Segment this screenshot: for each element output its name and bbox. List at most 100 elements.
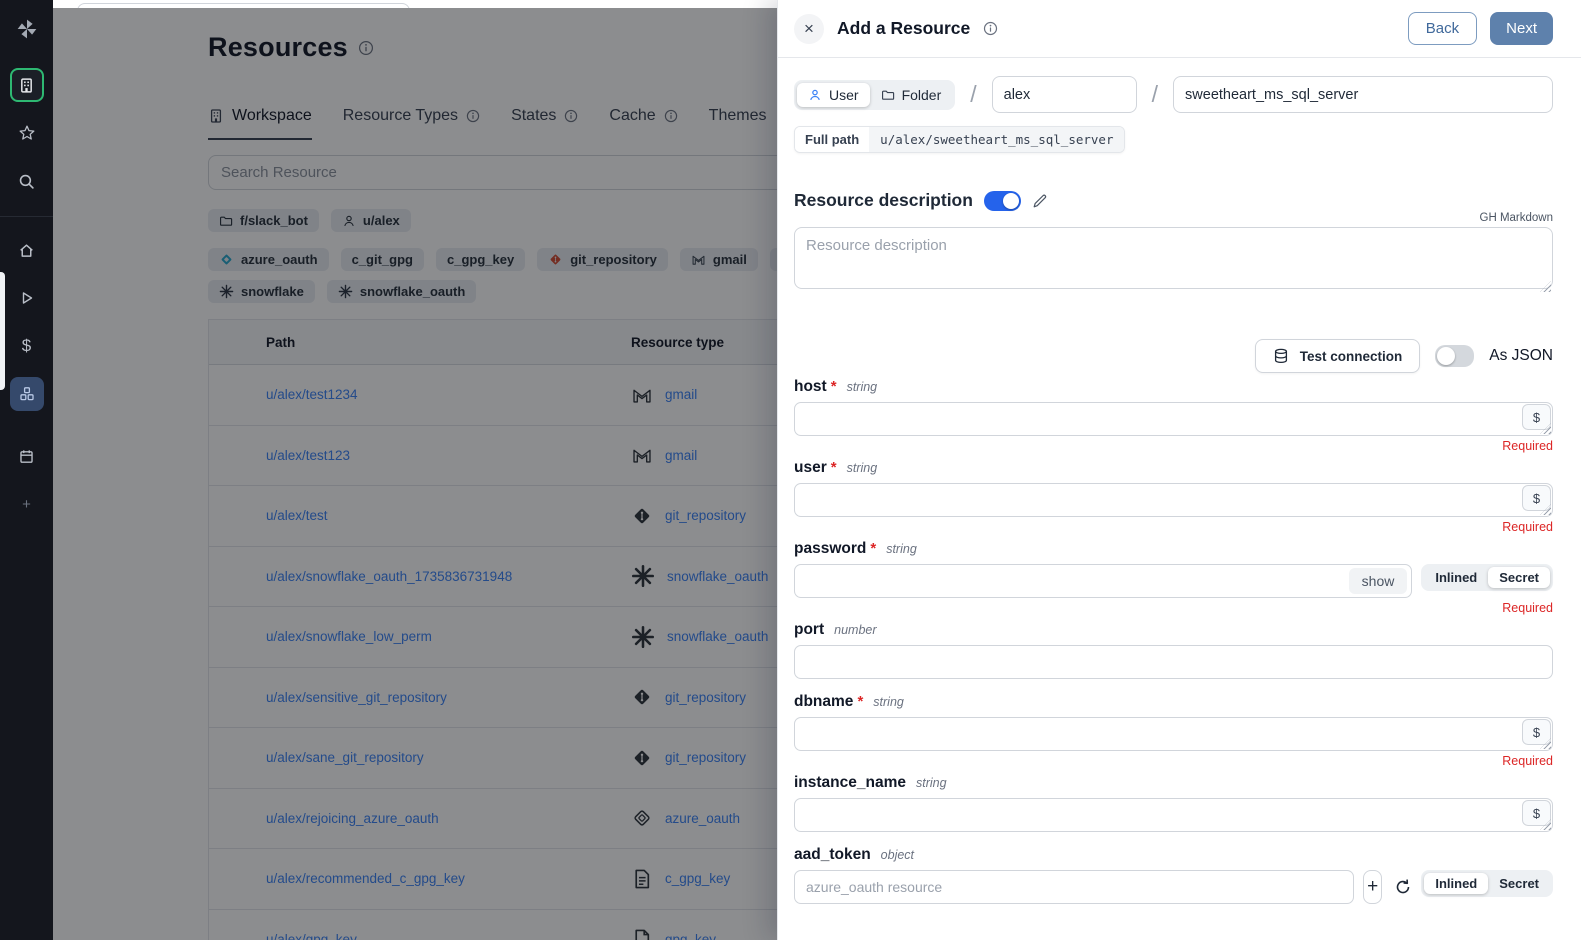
owner-input[interactable] <box>992 76 1137 113</box>
filter-chip-c-git-gpg[interactable]: c_git_gpg <box>341 248 424 271</box>
table-row[interactable]: u/alex/gpg_key gpg_key <box>209 910 777 940</box>
windmill-logo[interactable] <box>10 12 44 46</box>
description-textarea[interactable] <box>794 227 1553 289</box>
description-toggle[interactable] <box>984 191 1021 211</box>
schedules-calendar-icon[interactable] <box>10 439 44 473</box>
field-type: string <box>886 542 917 556</box>
table-row[interactable]: u/alex/sane_git_repository git_repositor… <box>209 728 777 789</box>
secret-option[interactable]: Secret <box>1488 567 1550 588</box>
table-row[interactable]: u/alex/test1234 gmail <box>209 365 777 426</box>
tab-workspace[interactable]: Workspace <box>208 107 312 140</box>
resource-path-link[interactable]: u/alex/snowflake_oauth_1735836731948 <box>266 569 631 584</box>
back-button[interactable]: Back <box>1408 12 1477 45</box>
resource-path-link[interactable]: u/alex/sensitive_git_repository <box>266 690 631 705</box>
tab-label: Workspace <box>232 107 312 125</box>
resource-path-link[interactable]: u/alex/sane_git_repository <box>266 750 631 765</box>
plus-icon[interactable]: + <box>10 487 44 521</box>
resource-type-label[interactable]: git_repository <box>665 690 746 705</box>
resource-type-label[interactable]: gmail <box>665 387 697 402</box>
show-password-button[interactable]: show <box>1349 568 1408 594</box>
tab-states[interactable]: States <box>511 107 578 140</box>
table-row[interactable]: u/alex/recommended_c_gpg_key c_gpg_key <box>209 849 777 910</box>
resource-path-link[interactable]: u/alex/recommended_c_gpg_key <box>266 871 631 886</box>
host-input[interactable] <box>794 402 1553 436</box>
resource-type-label[interactable]: gpg_key <box>665 932 716 940</box>
table-row[interactable]: u/alex/snowflake_oauth_1735836731948 sno… <box>209 547 777 608</box>
snowflake-icon <box>219 284 234 299</box>
tab-themes[interactable]: Themes <box>709 107 767 140</box>
tab-cache[interactable]: Cache <box>609 107 677 140</box>
port-input[interactable] <box>794 645 1553 679</box>
table-row[interactable]: u/alex/test git_repository <box>209 486 777 547</box>
dbname-input[interactable] <box>794 717 1553 751</box>
resource-type-label[interactable]: azure_oauth <box>665 811 740 826</box>
tab-resource-types[interactable]: Resource Types <box>343 107 480 140</box>
filter-chip-gmail[interactable]: gmail <box>680 248 758 271</box>
user-input[interactable] <box>794 483 1553 517</box>
secret-option[interactable]: Secret <box>1488 873 1550 894</box>
resource-path-link[interactable]: u/alex/test123 <box>266 448 631 463</box>
table-row[interactable]: u/alex/rejoicing_azure_oauth azure_oauth <box>209 789 777 850</box>
aad-token-resource-input[interactable] <box>794 870 1354 904</box>
resource-path-link[interactable]: u/alex/test1234 <box>266 387 631 402</box>
refresh-icon[interactable] <box>1394 870 1412 904</box>
info-icon[interactable] <box>983 21 998 36</box>
filter-chip-snowflake-oauth[interactable]: snowflake_oauth <box>327 280 476 303</box>
next-button[interactable]: Next <box>1490 12 1553 45</box>
info-icon[interactable] <box>358 40 374 56</box>
test-connection-button[interactable]: Test connection <box>1255 339 1421 373</box>
resource-type-label[interactable]: git_repository <box>665 508 746 523</box>
doc-icon <box>631 868 653 890</box>
resource-type-label[interactable]: gmail <box>665 448 697 463</box>
resource-type-label[interactable]: git_repository <box>665 750 746 765</box>
resource-path-link[interactable]: u/alex/rejoicing_azure_oauth <box>266 811 631 826</box>
variable-picker-button[interactable]: $ <box>1522 404 1551 430</box>
filter-chip-c-gpg-key[interactable]: c_gpg_key <box>436 248 525 271</box>
filter-chip-snowflake[interactable]: snowflake <box>208 280 315 303</box>
home-icon[interactable] <box>10 233 44 267</box>
runs-play-icon[interactable] <box>10 281 44 315</box>
resources-cubes-icon[interactable] <box>10 377 44 411</box>
owner-kind-folder[interactable]: Folder <box>870 83 953 107</box>
inlined-option[interactable]: Inlined <box>1424 567 1488 588</box>
filter-chip-git-repository[interactable]: git_repository <box>537 248 668 271</box>
filter-chip-gpg-key[interactable]: gpg_key <box>770 248 777 271</box>
resource-type-label[interactable]: c_gpg_key <box>665 871 730 886</box>
resource-path-link[interactable]: u/alex/test <box>266 508 631 523</box>
search-input[interactable] <box>208 155 777 190</box>
resource-name-input[interactable] <box>1173 76 1553 113</box>
resource-path-link[interactable]: u/alex/snowflake_low_perm <box>266 629 631 644</box>
required-error: Required <box>794 754 1553 769</box>
filter-chip-u-alex[interactable]: u/alex <box>331 209 411 232</box>
variable-picker-button[interactable]: $ <box>1522 485 1551 511</box>
table-row[interactable]: u/alex/snowflake_low_perm snowflake_oaut… <box>209 607 777 668</box>
add-resource-plus-button[interactable]: + <box>1363 870 1382 904</box>
password-input[interactable] <box>794 564 1412 598</box>
filter-chip-slack-bot[interactable]: f/slack_bot <box>208 209 319 232</box>
owner-kind-user[interactable]: User <box>797 83 870 107</box>
instance-name-input[interactable] <box>794 798 1553 832</box>
resource-type-label[interactable]: snowflake_oauth <box>667 569 768 584</box>
git-icon <box>548 252 563 267</box>
table-row[interactable]: u/alex/test123 gmail <box>209 426 777 487</box>
workspace-building-icon[interactable] <box>10 68 44 102</box>
star-icon[interactable] <box>10 116 44 150</box>
variables-dollar-icon[interactable]: $ <box>10 329 44 363</box>
field-label: user <box>794 459 827 477</box>
resource-path-link[interactable]: u/alex/gpg_key <box>266 932 631 940</box>
as-json-toggle[interactable] <box>1435 345 1474 367</box>
field-user: user* string $ Required <box>794 459 1553 535</box>
resource-type-label[interactable]: snowflake_oauth <box>667 629 768 644</box>
close-icon[interactable]: × <box>794 14 824 44</box>
inlined-option[interactable]: Inlined <box>1424 873 1488 894</box>
variable-picker-button[interactable]: $ <box>1522 719 1551 745</box>
sidebar: $ + <box>0 0 53 940</box>
info-icon <box>466 109 480 123</box>
table-row[interactable]: u/alex/sensitive_git_repository git_repo… <box>209 668 777 729</box>
resource-tabs: Workspace Resource Types States Cache Th… <box>208 107 777 140</box>
search-icon[interactable] <box>10 164 44 198</box>
variable-picker-button[interactable]: $ <box>1522 800 1551 826</box>
filter-chip-azure-oauth[interactable]: azure_oauth <box>208 248 329 271</box>
chip-label: gmail <box>713 252 747 267</box>
pencil-icon[interactable] <box>1032 193 1048 209</box>
